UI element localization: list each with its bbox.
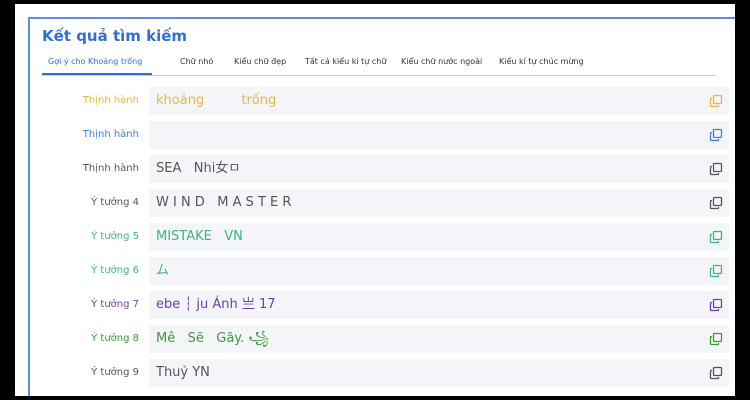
result-label: Ý tưởng 8 [91,333,139,344]
result-row: Ý tưởng 4 W I N D M A S T E R [40,189,729,217]
tab-goi-y-khoang-trong[interactable]: Gợi ý cho Khoảng trống [48,57,142,66]
tab-kieu-chu-nuoc-ngoai[interactable]: Kiểu chữ nước ngoài [401,57,482,66]
result-text-box[interactable]: Mê Sẽ Gãy. ꧁ [149,325,729,353]
result-row: Ý tưởng 5 MISTAKE VN [40,223,729,251]
result-label: Thịnh hành [82,163,139,174]
result-row: Ý tưởng 9 Thuỷ YN [40,359,729,387]
copy-icon[interactable] [709,366,723,380]
copy-icon[interactable] [709,94,723,108]
result-text-box[interactable]: khoảng trống [149,87,729,115]
copy-icon[interactable] [709,332,723,346]
result-text-box[interactable]: ム [149,257,729,285]
result-row: Thịnh hành khoảng trống [40,87,729,115]
tab-kieu-chu-dep[interactable]: Kiểu chữ đẹp [234,57,286,66]
copy-icon[interactable] [709,162,723,176]
result-label: Ý tưởng 9 [91,367,139,378]
result-text-box[interactable] [149,121,729,149]
result-text: khoảng trống [156,93,277,108]
result-label: Thịnh hành [82,129,139,140]
tab-kieu-ki-tu-chuc-mung[interactable]: Kiểu kí tự chúc mừng [499,57,584,66]
result-text-box[interactable]: W I N D M A S T E R [149,189,729,217]
result-text-box[interactable]: ebe ┆ ju Ánh 亗 17 [149,291,729,319]
page-title: Kết quả tìm kiếm [42,27,188,45]
result-row: Ý tưởng 8 Mê Sẽ Gãy. ꧁ [40,325,729,353]
tab-bar: Gợi ý cho Khoảng trống Chữ nhỏ Kiểu chữ … [42,55,716,76]
result-label: Thịnh hành [82,95,139,106]
result-text: MISTAKE VN [156,229,243,244]
search-results-panel: Kết quả tìm kiếm Gợi ý cho Khoảng trống … [28,17,735,396]
result-text: Thuỷ YN [156,365,210,380]
tab-chu-nho[interactable]: Chữ nhỏ [180,57,213,66]
copy-icon[interactable] [709,264,723,278]
result-text: Mê Sẽ Gãy. ꧁ [156,331,269,346]
result-label: Ý tưởng 4 [91,197,139,208]
active-tab-indicator [42,73,152,75]
result-row: Thịnh hành SEA Nhi女ㅁ [40,155,729,183]
result-text: W I N D M A S T E R [156,195,292,210]
result-text: ム [156,263,170,278]
result-label: Ý tưởng 6 [91,265,139,276]
result-text-box[interactable]: Thuỷ YN [149,359,729,387]
result-label: Ý tưởng 7 [91,299,139,310]
app-window: Kết quả tìm kiếm Gợi ý cho Khoảng trống … [15,4,735,396]
copy-icon[interactable] [709,230,723,244]
result-text-box[interactable]: MISTAKE VN [149,223,729,251]
copy-icon[interactable] [709,128,723,142]
result-row: Ý tưởng 7 ebe ┆ ju Ánh 亗 17 [40,291,729,319]
result-label: Ý tưởng 5 [91,231,139,242]
result-text-box[interactable]: SEA Nhi女ㅁ [149,155,729,183]
result-text: SEA Nhi女ㅁ [156,161,241,176]
copy-icon[interactable] [709,196,723,210]
result-row: Thịnh hành [40,121,729,149]
result-row: Ý tưởng 6 ム [40,257,729,285]
copy-icon[interactable] [709,298,723,312]
result-text: ebe ┆ ju Ánh 亗 17 [156,297,276,312]
tab-tat-ca-kieu-ki-tu[interactable]: Tất cả kiểu kí tự chữ [305,57,386,66]
